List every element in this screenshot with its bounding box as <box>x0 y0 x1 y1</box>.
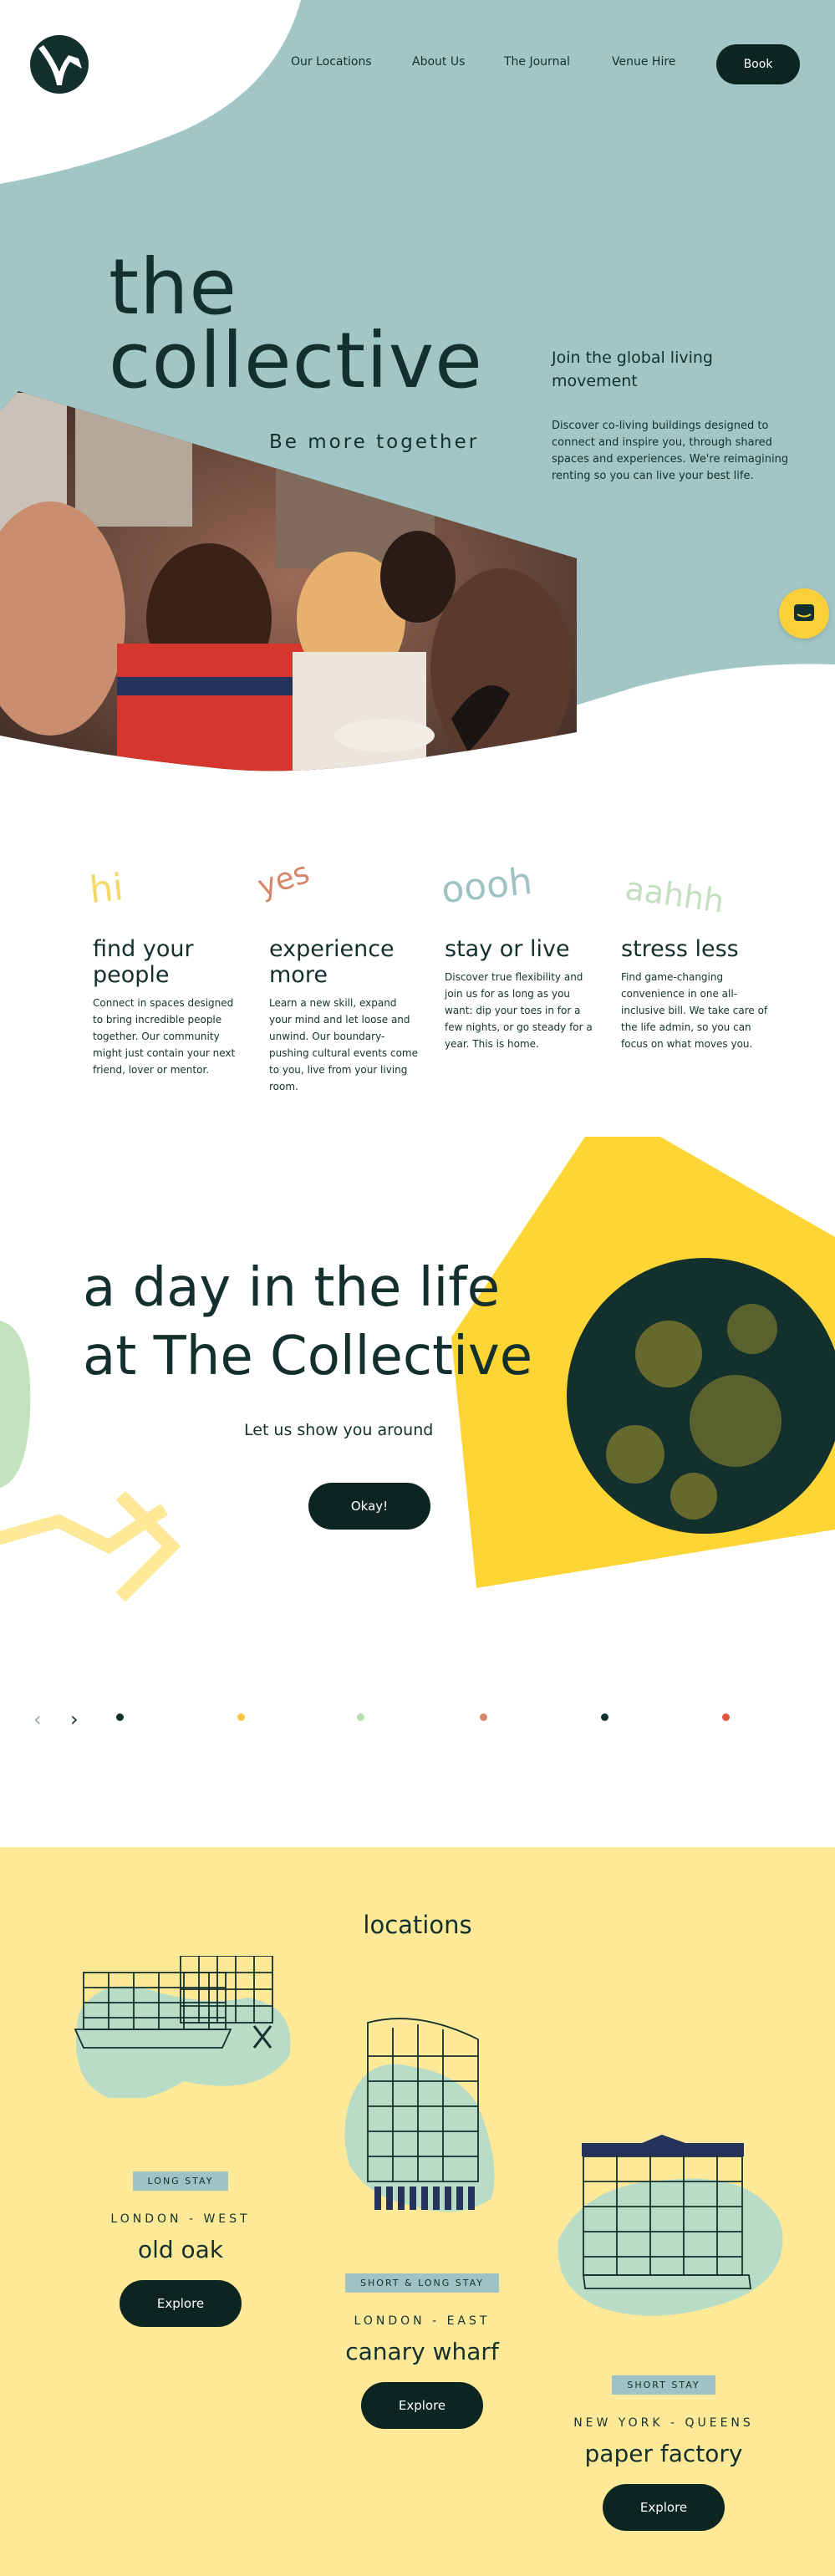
feature-text: Find game-changing convenience in one al… <box>621 971 768 1050</box>
textured-circle-icon <box>567 1258 835 1534</box>
collective-logo-icon[interactable] <box>28 33 90 95</box>
carousel-dot[interactable] <box>357 1713 364 1721</box>
nav-about-us[interactable]: About Us <box>412 55 465 69</box>
location-card-paper-factory: SHORT STAY NEW YORK - QUEENS paper facto… <box>530 2375 797 2531</box>
day-in-life-title-line-2: at The Collective <box>83 1326 533 1387</box>
hero-title: the collective <box>109 242 483 405</box>
feature-title: find your people <box>93 936 194 988</box>
explore-button[interactable]: Explore <box>603 2484 725 2531</box>
carousel-prev-icon[interactable]: ‹ <box>33 1708 42 1731</box>
paper-factory-building-icon <box>558 2135 783 2316</box>
explore-button[interactable]: Explore <box>120 2280 242 2327</box>
carousel-next-icon[interactable]: › <box>70 1708 79 1731</box>
carousel-dot[interactable] <box>116 1713 124 1721</box>
carousel-dot[interactable] <box>722 1713 730 1721</box>
day-in-life-title: a day in the life at The Collective <box>83 1254 532 1391</box>
hero-section: Our Locations About Us The Journal Venue… <box>0 0 835 777</box>
feature-title: stay or live <box>445 936 570 962</box>
hero-title-line-1: the <box>109 242 237 332</box>
feature-text: Discover true flexibility and join us fo… <box>445 971 593 1050</box>
locations-section: locations LONG STAY LONDON - WEST old oa… <box>0 1847 835 2576</box>
feature-title: stress less <box>621 936 739 962</box>
location-badge: LONG STAY <box>132 2171 229 2191</box>
nav-our-locations[interactable]: Our Locations <box>291 55 372 69</box>
location-name: old oak <box>137 2236 224 2263</box>
carousel-dot[interactable] <box>237 1713 245 1721</box>
feature-title: experience more <box>269 936 395 988</box>
location-area: LONDON - EAST <box>354 2314 491 2328</box>
chat-icon <box>794 604 814 621</box>
feature-find-your-people: hi <box>88 866 252 919</box>
hero-title-line-2: collective <box>109 316 483 405</box>
hero-tagline: Be more together <box>269 431 480 453</box>
location-card-canary-wharf: SHORT & LONG STAY LONDON - EAST canary w… <box>288 2273 556 2429</box>
location-badge: SHORT & LONG STAY <box>345 2273 499 2293</box>
explore-button[interactable]: Explore <box>361 2382 483 2429</box>
location-badge: SHORT STAY <box>612 2375 715 2395</box>
feature-word-yes: yes <box>253 855 314 904</box>
carousel-dot[interactable] <box>480 1713 487 1721</box>
location-area: LONDON - WEST <box>110 2212 251 2226</box>
join-description: Discover co-living buildings designed to… <box>552 420 789 482</box>
locations-title: locations <box>363 1911 472 1939</box>
carousel-dot[interactable] <box>601 1713 608 1721</box>
old-oak-building-icon <box>74 1956 291 2098</box>
okay-button[interactable]: Okay! <box>308 1483 430 1530</box>
feature-stay-or-live: oooh <box>440 860 603 919</box>
location-card-old-oak: LONG STAY LONDON - WEST old oak Explore <box>47 2171 314 2327</box>
canary-wharf-building-icon <box>344 2018 495 2212</box>
feature-text: Connect in spaces designed to bring incr… <box>93 997 236 1076</box>
feature-word-hi: hi <box>87 866 125 913</box>
feature-word-aahhh: aahhh <box>623 869 727 920</box>
feature-text: Learn a new skill, expand your mind and … <box>269 997 418 1092</box>
location-name: paper factory <box>584 2440 743 2467</box>
chat-button[interactable] <box>779 588 829 639</box>
day-in-life-title-line-1: a day in the life <box>83 1257 501 1319</box>
day-in-life-subtitle: Let us show you around <box>244 1421 434 1439</box>
join-title: Join the global living movement <box>552 349 713 390</box>
nav-the-journal[interactable]: The Journal <box>504 55 570 69</box>
feature-stress-less: aahhh <box>621 869 780 920</box>
location-name: canary wharf <box>345 2338 499 2365</box>
nav-venue-hire[interactable]: Venue Hire <box>612 55 675 69</box>
location-area: NEW YORK - QUEENS <box>573 2416 754 2430</box>
book-button[interactable]: Book <box>716 44 800 84</box>
feature-experience-more: yes <box>253 856 428 919</box>
feature-word-oooh: oooh <box>439 859 535 913</box>
